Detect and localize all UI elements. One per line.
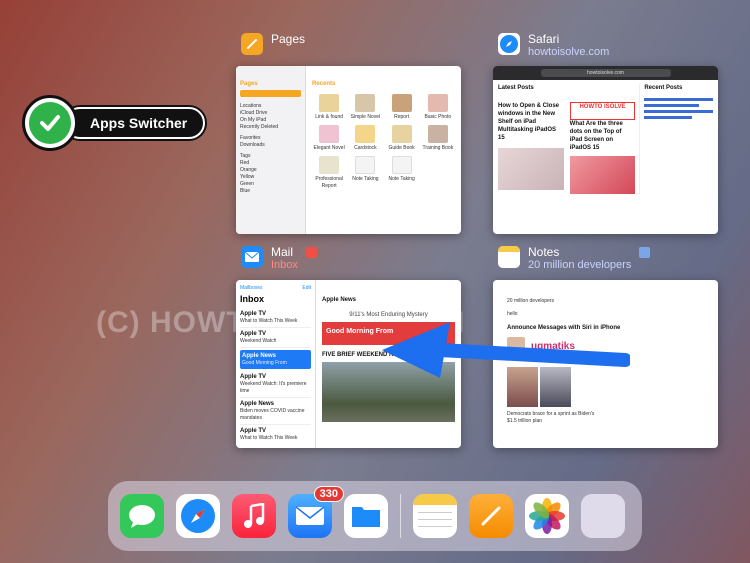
inbox-title: Inbox — [240, 294, 264, 304]
tag-green[interactable]: Green — [240, 181, 301, 188]
notes-app-header[interactable]: Notes 20 million developers — [498, 245, 651, 272]
doc-thumb[interactable]: Guide Book — [385, 125, 419, 152]
list-item[interactable]: Apple TV Weekend Watch: It's premiere tim… — [240, 371, 311, 398]
doc-thumb[interactable]: Professional Report — [312, 156, 346, 190]
doc-thumb[interactable]: Basic Photo — [421, 94, 455, 121]
mail-app-name: Mail — [271, 245, 294, 259]
edit-button[interactable]: Edit — [302, 285, 311, 292]
pages-sidebar-title: Pages — [240, 81, 258, 87]
recent-posts-title: Recent Posts — [644, 85, 683, 91]
doc-thumb[interactable]: Simple Novel — [348, 94, 382, 121]
badge-label: Apps Switcher — [64, 107, 206, 139]
recents-title: Recents — [312, 81, 336, 87]
tag-yellow[interactable]: Yellow — [240, 174, 301, 181]
note-caption: Democrats brace for a sprint as Biden's … — [507, 411, 595, 424]
mail-unread-badge: 330 — [313, 486, 344, 502]
note-line[interactable]: 20 million developers — [507, 298, 704, 305]
mailboxes-button[interactable]: Mailboxes — [240, 285, 263, 292]
sidebar-item-downloads[interactable]: Downloads — [240, 142, 301, 149]
doc-thumb[interactable]: Note Taking — [348, 156, 382, 190]
doc-thumb[interactable]: Cardstock — [348, 125, 382, 152]
app-library-icon[interactable] — [581, 494, 625, 538]
sidebar-item-icloud-drive[interactable]: iCloud Drive — [240, 110, 301, 117]
mail-icon[interactable]: 330 — [288, 486, 344, 538]
safari-icon[interactable] — [176, 494, 220, 538]
post-title[interactable]: What Are the three dots on the Top of iP… — [570, 120, 636, 152]
recents-selected[interactable] — [240, 90, 301, 97]
safari-app-header[interactable]: Safari howtoisolve.com — [498, 33, 609, 59]
doc-thumb[interactable]: Link & found — [312, 94, 346, 121]
safari-toolbar: howtoisolve.com — [493, 66, 718, 80]
sidebar-item-on-my-ipad[interactable]: On My iPad — [240, 117, 301, 124]
list-item[interactable]: Apple TV What to Watch This Week — [240, 308, 311, 328]
list-item[interactable]: Apple News Good Morning From — [240, 350, 311, 369]
notes-subtitle: 20 million developers — [528, 259, 632, 271]
notes-icon — [498, 246, 520, 268]
address-bar[interactable]: howtoisolve.com — [540, 69, 671, 77]
sidebar-section-locations: Locations — [240, 103, 262, 109]
notes-app-name: Notes — [528, 245, 560, 259]
pages-icon — [241, 33, 263, 55]
safari-app-name: Safari — [528, 32, 560, 46]
safari-subtitle: howtoisolve.com — [528, 46, 610, 58]
multiwindow-icon — [305, 247, 317, 258]
message-headline: 9/11's Most Enduring Mystery — [349, 312, 428, 318]
check-circle-icon — [22, 95, 78, 151]
doc-thumb[interactable]: Note Taking — [385, 156, 419, 190]
safari-icon — [498, 33, 520, 55]
safari-window[interactable]: howtoisolve.com Latest Posts How to Open… — [493, 66, 718, 234]
messages-icon[interactable] — [120, 494, 164, 538]
mail-app-header[interactable]: Mail Inbox — [241, 246, 317, 272]
apps-switcher-badge: Apps Switcher — [22, 95, 206, 151]
pages-window[interactable]: Pages Locations iCloud Drive On My iPad … — [236, 66, 461, 234]
pages-app-name: Pages — [271, 32, 306, 46]
tag-blue[interactable]: Blue — [240, 188, 301, 195]
pages-icon[interactable] — [469, 494, 513, 538]
sidebar-section-favorites: Favorites — [240, 135, 261, 141]
photos-icon[interactable] — [525, 494, 569, 538]
list-item[interactable]: Apple News Biden moves COVID vaccine mand… — [240, 398, 311, 425]
music-icon[interactable] — [232, 494, 276, 538]
tag-orange[interactable]: Orange — [240, 167, 301, 174]
dock: 330 — [108, 481, 642, 551]
files-icon[interactable] — [344, 494, 388, 538]
doc-thumb[interactable]: Training Book — [421, 125, 455, 152]
latest-posts-title: Latest Posts — [498, 85, 534, 91]
doc-thumb[interactable]: Elegant Novel — [312, 125, 346, 152]
dock-divider — [400, 494, 401, 538]
post-thumbnail[interactable] — [569, 156, 636, 194]
post-thumbnail[interactable] — [498, 148, 564, 190]
post-title[interactable]: How to Open & Close windows in the New S… — [498, 102, 564, 142]
mail-icon — [241, 246, 263, 268]
multiwindow-icon — [639, 247, 651, 258]
doc-thumb[interactable]: Report — [385, 94, 419, 121]
sidebar-item-recently-deleted[interactable]: Recently Deleted — [240, 124, 301, 131]
note-line[interactable]: hello — [507, 311, 704, 318]
message-sender: Apple News — [322, 297, 357, 303]
list-item[interactable]: Apple TV What to Watch This Week — [240, 425, 311, 444]
tag-red[interactable]: Red — [240, 160, 301, 167]
list-item[interactable]: Apple TV Weekend Watch — [240, 328, 311, 348]
mail-list: Mailboxes Edit Inbox Apple TV What to Wat… — [236, 280, 316, 448]
site-logo: HOWTO ISOLVE — [569, 102, 636, 120]
pages-app-header[interactable]: Pages — [241, 33, 305, 55]
arrow-icon — [382, 322, 630, 378]
mail-subtitle: Inbox — [271, 259, 298, 271]
notes-icon[interactable] — [413, 494, 457, 538]
pages-sidebar: Pages Locations iCloud Drive On My iPad … — [236, 66, 306, 234]
sidebar-section-tags: Tags — [240, 153, 251, 159]
pages-main: Recents Link & found Simple Novel Report… — [312, 80, 455, 190]
